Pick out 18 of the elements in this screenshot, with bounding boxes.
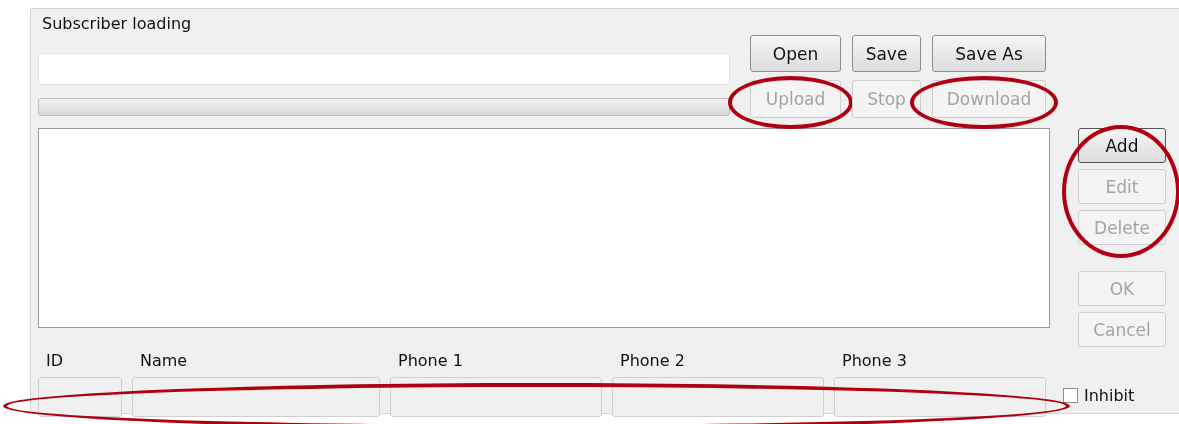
field-label: Phone 1	[397, 351, 464, 371]
input-field[interactable]	[834, 377, 1046, 417]
group-title: Subscriber loading	[41, 14, 193, 35]
file-button[interactable]: Save As	[932, 35, 1046, 72]
checkbox-label: Inhibit	[1084, 386, 1135, 405]
field-label: Name	[139, 351, 189, 371]
input-field[interactable]	[132, 377, 380, 417]
checkbox[interactable]	[1063, 388, 1078, 403]
field-label: Phone 3	[841, 351, 908, 371]
edit-button[interactable]: Add	[1078, 128, 1166, 163]
input-field[interactable]	[390, 377, 602, 417]
file-button[interactable]: Save	[852, 35, 921, 72]
input-field[interactable]	[38, 377, 122, 417]
file-path-field[interactable]	[38, 53, 730, 85]
field-label: ID	[45, 351, 65, 371]
field-label: Phone 2	[619, 351, 686, 371]
input-field[interactable]	[612, 377, 824, 417]
file-button[interactable]: Open	[750, 35, 841, 72]
